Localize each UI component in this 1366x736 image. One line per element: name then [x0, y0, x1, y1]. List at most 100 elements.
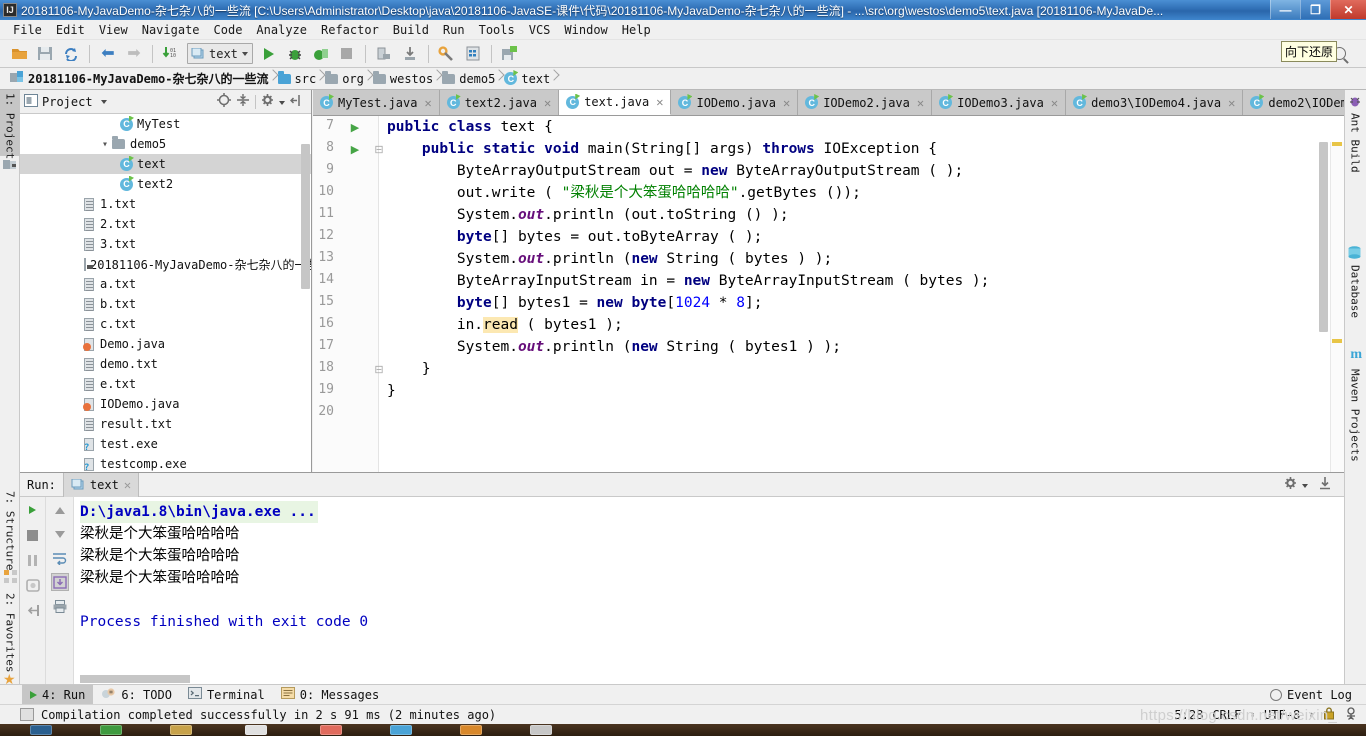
marker-warning[interactable]: [1332, 142, 1342, 146]
tree-item-text[interactable]: Ctext: [20, 154, 311, 174]
tree-item-text2[interactable]: Ctext2: [20, 174, 311, 194]
editor-marker-strip[interactable]: [1330, 142, 1344, 498]
editor-tab-mytest[interactable]: C MyTest.java ✕: [313, 90, 440, 115]
run-gutter-marker-class[interactable]: ▶: [349, 121, 361, 134]
restore-layout-icon[interactable]: [24, 601, 42, 619]
file-encoding[interactable]: UTF-8: [1264, 708, 1300, 722]
close-icon[interactable]: ✕: [424, 96, 431, 110]
editor-tab-iodemo[interactable]: C IODemo.java ✕: [671, 90, 799, 115]
tree-item-2txt[interactable]: 2.txt: [20, 214, 311, 234]
tree-item-demotxt[interactable]: demo.txt: [20, 354, 311, 374]
tree-item-testcompexe[interactable]: testcomp.exe: [20, 454, 311, 472]
chevron-down-icon[interactable]: [241, 51, 248, 56]
update-project-icon[interactable]: 01 10: [160, 43, 182, 65]
menu-file[interactable]: File: [6, 21, 49, 39]
compilation-status-icon[interactable]: [20, 708, 34, 721]
bottom-tab-todo[interactable]: 6: TODO: [93, 685, 180, 705]
bottom-tab-run[interactable]: 4: Run: [22, 684, 94, 705]
bottom-tab-messages[interactable]: 0: Messages: [273, 685, 387, 705]
console-output[interactable]: D:\java1.8\bin\java.exe ... 梁秋是个大笨蛋哈哈哈哈 …: [74, 497, 1344, 685]
menu-window[interactable]: Window: [557, 21, 614, 39]
breadcrumb-item-westos[interactable]: westos: [371, 68, 440, 90]
event-log-area[interactable]: Event Log: [1269, 688, 1366, 702]
run-tab-text[interactable]: text ✕: [62, 472, 140, 497]
code-editor[interactable]: 7 8 9 10 11 12 13 14 15 16 17 18 19 20 ▶…: [313, 116, 1344, 498]
tree-item-1txt[interactable]: 1.txt: [20, 194, 311, 214]
close-icon[interactable]: ✕: [124, 478, 131, 492]
sidebar-item-ant-build[interactable]: Ant Build: [1344, 110, 1366, 182]
close-icon[interactable]: ✕: [544, 96, 551, 110]
close-icon[interactable]: ✕: [1228, 96, 1235, 110]
line-separator[interactable]: CRLF: [1212, 708, 1241, 722]
open-folder-icon[interactable]: [8, 43, 30, 65]
locate-target-icon[interactable]: [216, 93, 231, 110]
close-icon[interactable]: ✕: [1051, 96, 1058, 110]
navigate-back-icon[interactable]: ⬅: [97, 43, 119, 65]
tree-item-iml[interactable]: 20181106-MyJavaDemo-杂七杂八的一些流.iml: [20, 254, 311, 274]
editor-tab-text2[interactable]: Ctext2.java ✕: [439, 90, 560, 115]
close-icon[interactable]: ✕: [656, 95, 663, 109]
caret-position[interactable]: 5:28: [1174, 708, 1203, 722]
run-gutter-marker-main[interactable]: ▶: [349, 143, 361, 156]
marker-warning[interactable]: [1332, 339, 1342, 343]
hide-panel-icon[interactable]: [289, 94, 303, 110]
breadcrumb-item-org[interactable]: org: [323, 68, 371, 90]
gear-icon[interactable]: [261, 93, 285, 110]
print-icon[interactable]: [51, 597, 69, 615]
taskbar-item-5[interactable]: [320, 725, 342, 735]
tree-item-atxt[interactable]: a.txt: [20, 274, 311, 294]
project-tree-scrollbar[interactable]: [301, 144, 310, 289]
breadcrumb-item-module[interactable]: 20181106-MyJavaDemo-杂七杂八的一些流: [8, 68, 276, 90]
run-configuration-selector[interactable]: text: [187, 43, 253, 64]
sync-refresh-icon[interactable]: [60, 43, 82, 65]
chevron-updown-icon[interactable]: ⇕: [1250, 710, 1255, 719]
sidebar-item-database[interactable]: Database: [1344, 262, 1366, 330]
menu-vcs[interactable]: VCS: [522, 21, 558, 39]
close-icon[interactable]: ✕: [783, 96, 790, 110]
tree-item-resulttxt[interactable]: result.txt: [20, 414, 311, 434]
editor-vertical-scrollbar[interactable]: [1319, 142, 1328, 332]
project-structure-icon[interactable]: [462, 43, 484, 65]
chevron-updown-icon[interactable]: ⇕: [1309, 710, 1314, 719]
breadcrumb-item-text[interactable]: C text: [502, 68, 557, 90]
minimize-button[interactable]: —: [1270, 0, 1300, 19]
run-coverage-icon[interactable]: [310, 43, 332, 65]
taskbar-item-8[interactable]: [530, 725, 552, 735]
tree-item-mytest[interactable]: C MyTest: [20, 114, 311, 134]
save-module-icon[interactable]: [499, 43, 521, 65]
tree-item-demojava[interactable]: Demo.java: [20, 334, 311, 354]
tree-item-3txt[interactable]: 3.txt: [20, 234, 311, 254]
menu-view[interactable]: View: [92, 21, 135, 39]
hector-inspections-icon[interactable]: [1344, 706, 1358, 723]
editor-tab-demo3-iodemo4[interactable]: Cdemo3\IODemo4.java ✕: [1066, 90, 1244, 115]
undeploy-icon[interactable]: [399, 43, 421, 65]
sidebar-item-project[interactable]: 1: Project: [0, 90, 20, 159]
sidebar-item-maven-projects[interactable]: Maven Projects: [1344, 366, 1366, 476]
gear-icon[interactable]: [1284, 476, 1308, 493]
menu-build[interactable]: Build: [386, 21, 436, 39]
stop-icon[interactable]: [24, 526, 42, 544]
bottom-tab-terminal[interactable]: Terminal: [180, 685, 273, 705]
scroll-up-icon[interactable]: [51, 501, 69, 519]
run-icon[interactable]: [258, 43, 280, 65]
menu-navigate[interactable]: Navigate: [135, 21, 207, 39]
menu-analyze[interactable]: Analyze: [249, 21, 314, 39]
taskbar-item-7[interactable]: [460, 725, 482, 735]
deploy-icon[interactable]: [373, 43, 395, 65]
editor-tab-text[interactable]: Ctext.java ✕: [559, 90, 672, 115]
rerun-icon[interactable]: [24, 501, 42, 519]
scroll-to-end-icon[interactable]: [50, 573, 69, 591]
taskbar-item-6[interactable]: [390, 725, 412, 735]
stop-icon[interactable]: [336, 43, 358, 65]
tree-item-etxt[interactable]: e.txt: [20, 374, 311, 394]
debug-icon[interactable]: [284, 43, 306, 65]
taskbar-item-3[interactable]: [170, 725, 192, 735]
menu-run[interactable]: Run: [436, 21, 472, 39]
settings-wrench-icon[interactable]: [436, 43, 458, 65]
menu-edit[interactable]: Edit: [49, 21, 92, 39]
editor-tab-iodemo3[interactable]: C IODemo3.java ✕: [932, 90, 1067, 115]
soft-wrap-icon[interactable]: [51, 549, 69, 567]
console-horizontal-scrollbar[interactable]: [80, 675, 190, 683]
tree-item-btxt[interactable]: b.txt: [20, 294, 311, 314]
taskbar-item-4[interactable]: [245, 725, 267, 735]
